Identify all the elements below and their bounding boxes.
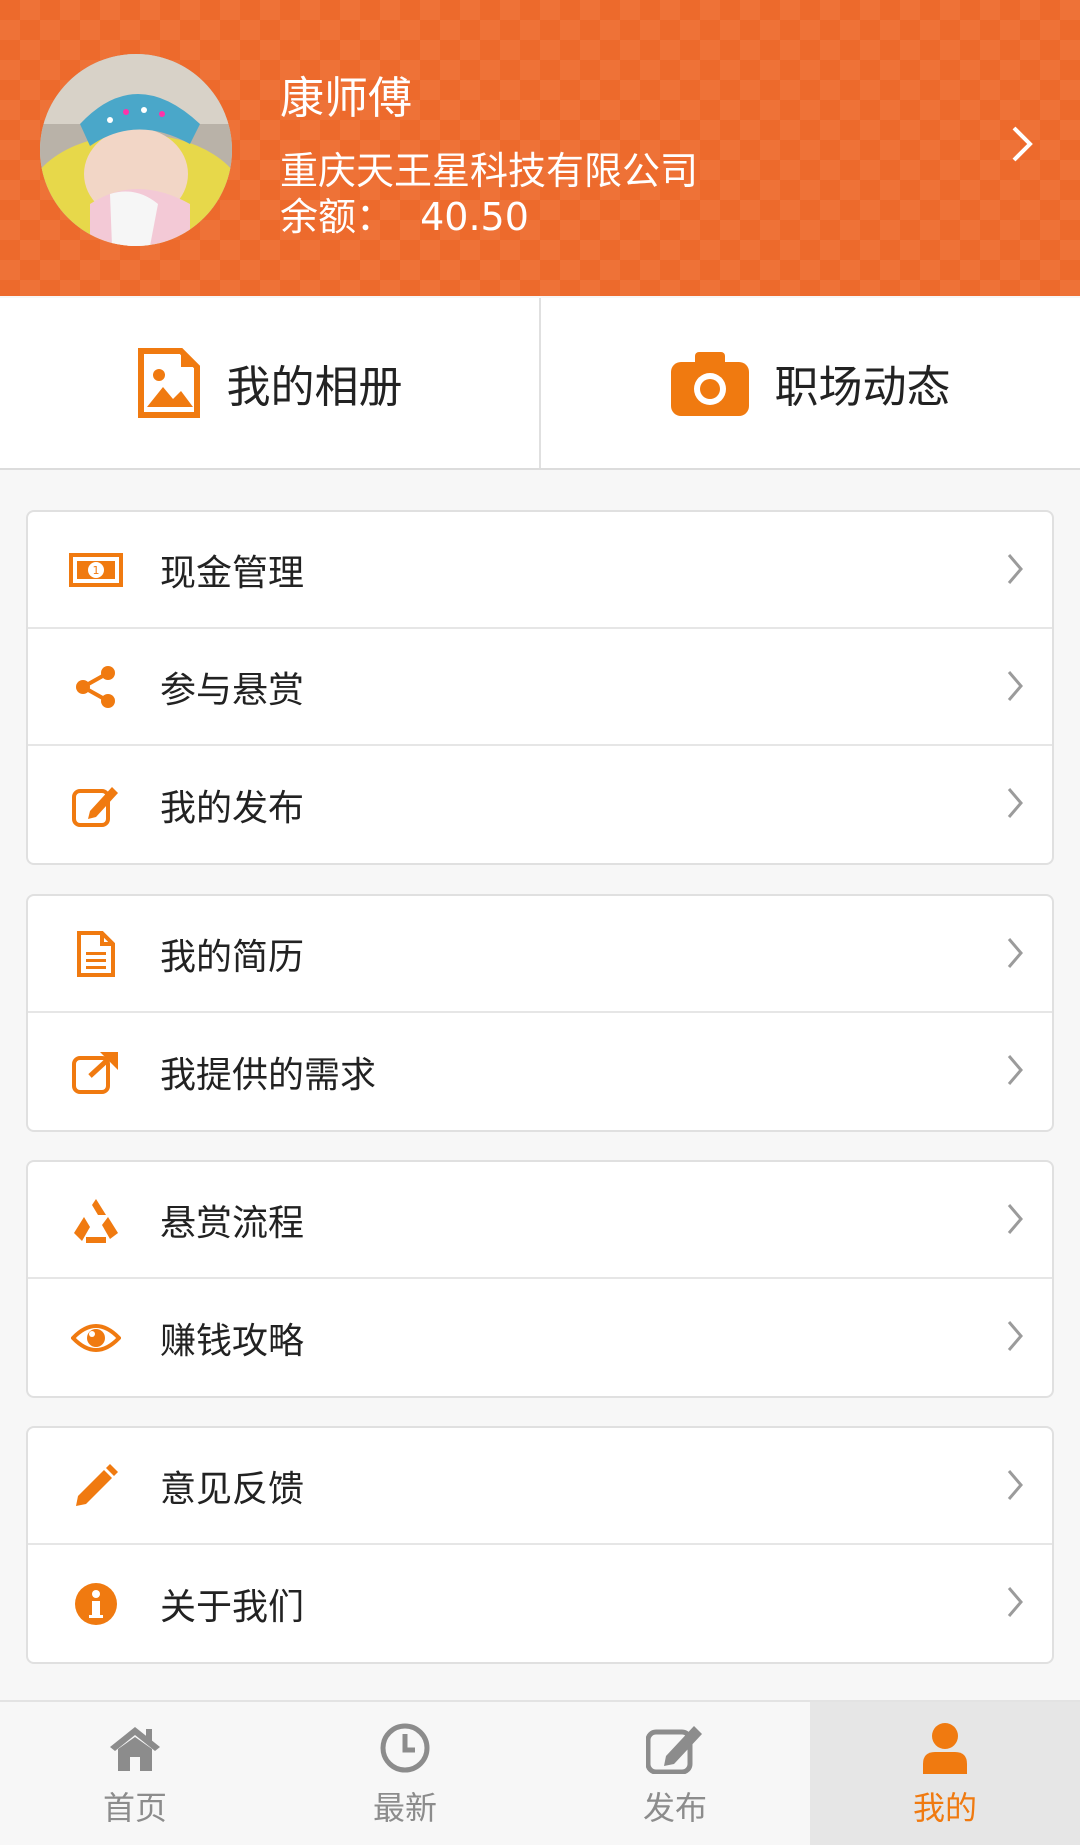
menu-group-finance: 1 现金管理 参与悬赏 我的发布 (26, 510, 1054, 865)
home-icon (108, 1719, 162, 1777)
nav-mine[interactable]: 我的 (810, 1702, 1080, 1845)
menu-item-my-resume[interactable]: 我的简历 (28, 896, 1052, 1013)
recycle-icon (68, 1192, 124, 1248)
menu-item-feedback[interactable]: 意见反馈 (28, 1428, 1052, 1545)
nav-home[interactable]: 首页 (0, 1702, 270, 1845)
menu-item-label: 现金管理 (160, 552, 305, 594)
user-icon (921, 1719, 969, 1777)
menu-item-label: 我的简历 (160, 936, 305, 978)
edit-icon (646, 1719, 704, 1777)
menu-item-join-reward[interactable]: 参与悬赏 (28, 629, 1052, 746)
menu-item-label: 我提供的需求 (160, 1054, 377, 1096)
menu-item-label: 关于我们 (160, 1586, 305, 1628)
chevron-right-icon (1007, 1587, 1023, 1617)
workplace-updates-label: 职场动态 (774, 362, 951, 413)
balance-value: 40.50 (420, 195, 529, 239)
document-icon (68, 926, 124, 982)
chevron-right-icon (1007, 1055, 1023, 1085)
external-link-icon (68, 1044, 124, 1100)
menu-group-about: 意见反馈 关于我们 (26, 1426, 1054, 1664)
edit-icon (68, 777, 124, 833)
nav-publish[interactable]: 发布 (540, 1702, 810, 1845)
menu-item-my-posts[interactable]: 我的发布 (28, 746, 1052, 863)
info-icon (68, 1576, 124, 1632)
user-name: 康师傅 (280, 73, 412, 124)
menu-group-guide: 悬赏流程 赚钱攻略 (26, 1160, 1054, 1398)
bottom-nav: 首页 最新 发布 我的 (0, 1700, 1080, 1845)
menu-item-my-demands[interactable]: 我提供的需求 (28, 1013, 1052, 1130)
menu-item-label: 我的发布 (160, 787, 305, 829)
menu-item-cash-management[interactable]: 1 现金管理 (28, 512, 1052, 629)
money-icon: 1 (68, 542, 124, 598)
my-album-label: 我的相册 (226, 362, 403, 413)
menu-item-about-us[interactable]: 关于我们 (28, 1545, 1052, 1662)
menu-item-label: 悬赏流程 (160, 1202, 305, 1244)
chevron-right-icon[interactable] (1010, 124, 1036, 164)
eye-icon (68, 1310, 124, 1366)
menu-item-label: 意见反馈 (160, 1468, 305, 1510)
menu-item-label: 参与悬赏 (160, 669, 305, 711)
balance-label: 余额： (280, 195, 395, 239)
nav-label: 我的 (912, 1788, 977, 1827)
workplace-updates-button[interactable]: 职场动态 (541, 298, 1080, 468)
nav-label: 最新 (372, 1788, 437, 1827)
avatar (40, 54, 232, 246)
quick-actions: 我的相册 职场动态 (0, 298, 1080, 470)
chevron-right-icon (1007, 671, 1023, 701)
menu-item-label: 赚钱攻略 (160, 1320, 305, 1362)
balance-row: 余额： 40.50 (280, 186, 529, 241)
svg-text:1: 1 (93, 564, 100, 577)
nav-label: 发布 (642, 1788, 707, 1827)
photo-icon (137, 347, 201, 419)
clock-icon (379, 1719, 431, 1777)
chevron-right-icon (1007, 1321, 1023, 1351)
chevron-right-icon (1007, 938, 1023, 968)
camera-icon (670, 350, 749, 416)
my-album-button[interactable]: 我的相册 (0, 298, 539, 468)
menu-item-reward-process[interactable]: 悬赏流程 (28, 1162, 1052, 1279)
menu-group-resume: 我的简历 我提供的需求 (26, 894, 1054, 1132)
chevron-right-icon (1007, 554, 1023, 584)
nav-label: 首页 (102, 1788, 167, 1827)
share-icon (68, 659, 124, 715)
chevron-right-icon (1007, 1204, 1023, 1234)
menu-item-money-guide[interactable]: 赚钱攻略 (28, 1279, 1052, 1396)
pencil-icon (68, 1458, 124, 1514)
profile-header[interactable]: 康师傅 重庆天王星科技有限公司 余额： 40.50 (0, 0, 1080, 296)
chevron-right-icon (1007, 1470, 1023, 1500)
chevron-right-icon (1007, 788, 1023, 818)
nav-latest[interactable]: 最新 (270, 1702, 540, 1845)
